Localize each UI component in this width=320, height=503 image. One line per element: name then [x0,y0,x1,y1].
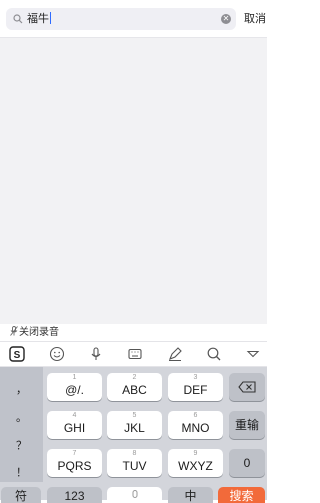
text-caret [50,12,51,24]
key-4[interactable]: 4 GHI [47,411,102,439]
microphone-icon[interactable] [88,346,104,362]
key-number: 1 [72,374,77,381]
pen-icon[interactable] [167,346,183,362]
emoji-icon[interactable] [49,346,65,362]
symbol-keyboard-label: 符 [14,489,27,503]
key-number: 9 [193,450,198,457]
symbol-column[interactable]: ， 。 ？ ！ [0,367,43,482]
search-input-text[interactable]: 福牛 [27,12,51,26]
sogou-logo-icon[interactable]: S [9,346,25,362]
key-label: DEF [183,383,208,397]
key-2[interactable]: 2 ABC [107,373,162,401]
retype-label: 重输 [234,418,259,432]
space-key[interactable] [107,487,162,503]
voice-toggle-label: 关闭录音 [19,327,59,338]
key-1[interactable]: 1 @/. [47,373,102,401]
key-number: 3 [193,374,198,381]
microphone-icon [132,490,137,498]
search-field[interactable]: 福牛 ✕ [6,8,236,30]
key-8[interactable]: 8 TUV [107,449,162,477]
key-number: 2 [132,374,137,381]
collapse-icon[interactable] [245,346,261,362]
backspace-icon [238,381,256,393]
symbol-keyboard-key[interactable]: 符 [1,487,41,503]
key-label: @/. [65,383,84,397]
language-switch-key[interactable]: 中 [168,487,213,503]
sogou-logo-text: S [14,350,21,361]
key-number: 8 [132,450,137,457]
symbol-key[interactable]: 。 [0,409,43,425]
symbol-key[interactable]: ， [0,381,43,397]
number-keyboard-key[interactable]: 123 [47,487,102,503]
number-keyboard-label: 123 [64,489,85,503]
cancel-button[interactable]: 取消 [244,12,266,26]
retype-key[interactable]: 重输 [229,411,265,439]
key-label: GHI [63,421,86,435]
symbol-key[interactable]: ！ [0,464,43,480]
key-number: 5 [132,412,137,419]
key-6[interactable]: 6 MNO [168,411,223,439]
key-number: 4 [72,412,77,419]
results-area [0,37,267,324]
clear-icon[interactable]: ✕ [221,14,231,24]
delete-key[interactable] [229,373,265,401]
key-label: PQRS [57,459,92,473]
microphone-off-icon [10,326,18,336]
language-switch-label: 中 [184,489,197,503]
key-9[interactable]: 9 WXYZ [168,449,223,477]
search-icon [13,14,23,24]
key-label: TUV [122,459,147,473]
keyboard-toolbar: S [0,341,267,367]
search-submit-key[interactable]: 搜索 [218,487,265,503]
keyboard-icon[interactable] [127,346,143,362]
zero-key[interactable]: 0 [229,449,265,477]
zero-label: 0 [243,456,251,470]
key-label: JKL [124,421,145,435]
key-7[interactable]: 7 PQRS [47,449,102,477]
search-icon[interactable] [206,346,222,362]
key-number: 7 [72,450,77,457]
key-5[interactable]: 5 JKL [107,411,162,439]
key-3[interactable]: 3 DEF [168,373,223,401]
key-label: WXYZ [178,459,213,473]
key-label: ABC [122,383,147,397]
key-number: 6 [193,412,198,419]
search-bar: 福牛 ✕ 取消 [0,0,267,37]
key-label: MNO [181,421,210,435]
search-submit-label: 搜索 [229,489,254,503]
voice-toggle[interactable]: 关闭录音 [10,326,59,339]
symbol-key[interactable]: ？ [0,437,43,453]
